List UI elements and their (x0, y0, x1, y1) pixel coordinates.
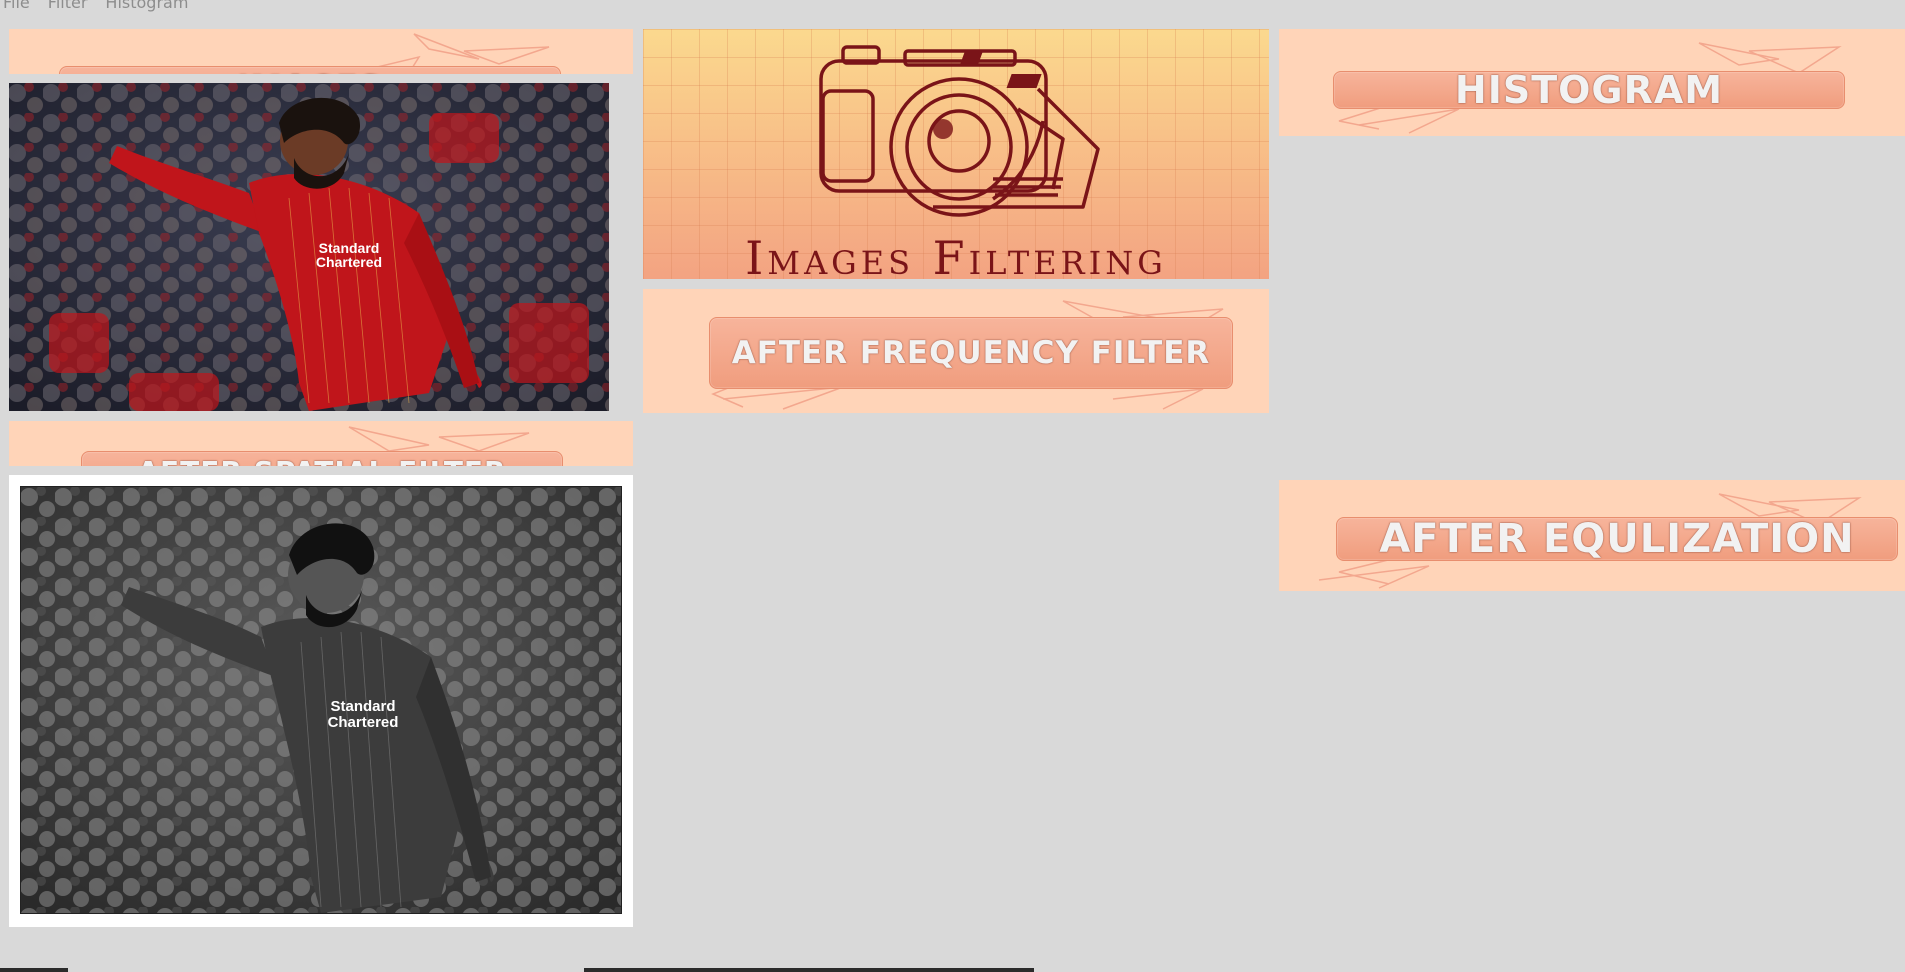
spatial-filter-label: AFTER SPATIAL FILTER (81, 451, 563, 466)
images-banner: IMAGES (9, 29, 633, 74)
histogram-label: HISTOGRAM (1333, 71, 1845, 109)
equalization-label: AFTER EQULIZATION (1336, 517, 1898, 561)
menu-bar: File Filter Histogram (0, 0, 1905, 14)
jersey-sponsor-line2: Chartered (316, 254, 382, 270)
spatial-filter-banner: AFTER SPATIAL FILTER (9, 421, 633, 466)
original-image: Standard Chartered (9, 83, 609, 411)
equalization-banner: AFTER EQULIZATION (1279, 480, 1905, 591)
menu-filter[interactable]: Filter (45, 0, 103, 11)
menu-histogram[interactable]: Histogram (102, 0, 203, 11)
logo-title: Images Filtering (745, 231, 1167, 279)
histogram-banner: HISTOGRAM (1279, 29, 1905, 136)
menu-file[interactable]: File (0, 0, 45, 11)
spatial-result-image: Standard Chartered (20, 486, 622, 914)
frequency-filter-banner: AFTER FREQUENCY FILTER (643, 289, 1269, 413)
images-label: IMAGES (59, 66, 561, 74)
jersey-sponsor-line1-gray: Standard (330, 698, 395, 715)
jersey-sponsor-line2-gray: Chartered (328, 714, 399, 731)
frequency-filter-label: AFTER FREQUENCY FILTER (709, 317, 1233, 389)
app-logo: Images Filtering (643, 29, 1269, 279)
bottom-strip (0, 968, 1905, 972)
